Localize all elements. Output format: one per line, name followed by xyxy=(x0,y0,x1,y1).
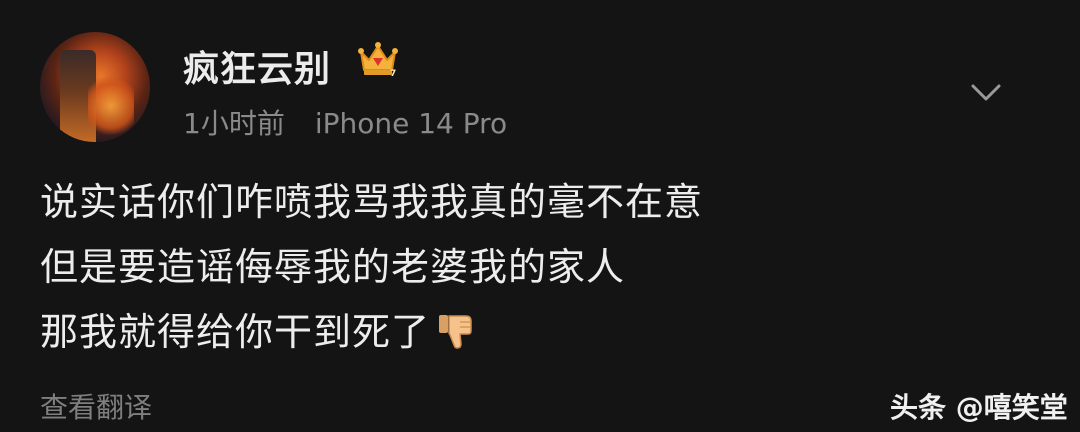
post-device: iPhone 14 Pro xyxy=(314,107,508,140)
chevron-down-icon[interactable] xyxy=(968,74,1004,110)
view-translation-link[interactable]: 查看翻译 xyxy=(40,386,152,426)
post-text-line: 那我就得给你干到死了 xyxy=(40,310,431,354)
post-text-line: 说实话你们咋喷我骂我我真的毫不在意 xyxy=(40,180,704,224)
post-text-line: 但是要造谣侮辱我的老婆我的家人 xyxy=(40,245,626,289)
svg-text:7: 7 xyxy=(390,69,396,78)
watermark: 头条 @嘻笑堂 xyxy=(890,391,1068,424)
post-content: 说实话你们咋喷我骂我我真的毫不在意 但是要造谣侮辱我的老婆我的家人 那我就得给你… xyxy=(40,170,703,365)
post-meta: 1小时前 iPhone 14 Pro xyxy=(183,102,507,142)
post-time: 1小时前 xyxy=(183,107,285,140)
user-avatar[interactable] xyxy=(40,32,150,142)
thumbs-down-icon xyxy=(439,315,472,349)
crown-badge-icon[interactable]: 7 xyxy=(357,38,399,78)
avatar-glow-shape xyxy=(88,74,134,138)
post-text-line-last: 那我就得给你干到死了 xyxy=(40,300,703,365)
username[interactable]: 疯狂云别 xyxy=(183,40,331,92)
